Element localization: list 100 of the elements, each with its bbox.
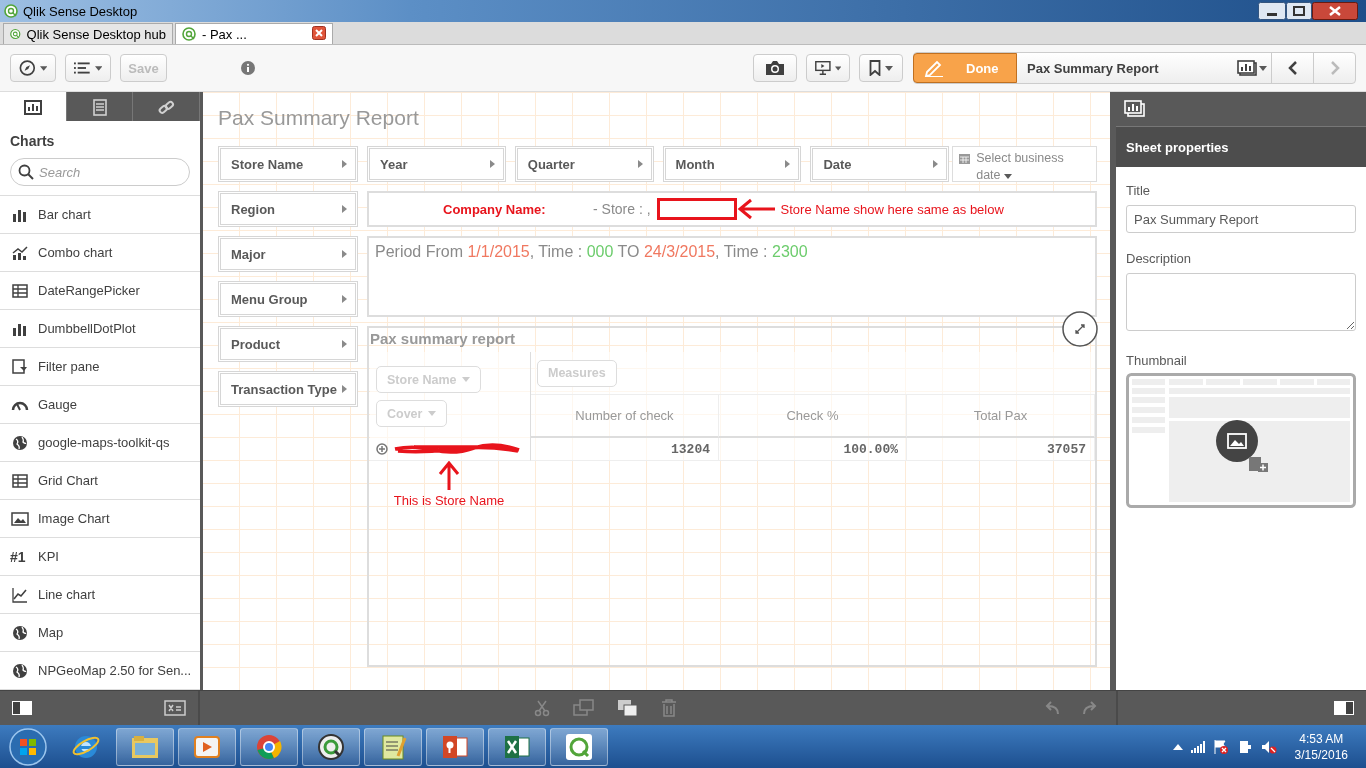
table-cell: 37057 <box>907 438 1095 461</box>
presentation-screen-icon <box>815 59 831 77</box>
qlik-view-icon <box>316 731 346 762</box>
search-field[interactable]: Search <box>10 158 190 186</box>
expand-arrow-icon <box>342 250 347 258</box>
column-header: Total Pax <box>907 395 1095 438</box>
action-center-icon[interactable] <box>1212 738 1229 755</box>
chart-list-item[interactable]: Line chart <box>0 576 200 614</box>
expand-arrow-icon <box>342 340 347 348</box>
filter-pane[interactable]: Year <box>367 146 506 182</box>
store-label: - Store : , <box>593 201 651 217</box>
maximize-icon[interactable] <box>1286 2 1312 20</box>
chart-list-item[interactable]: Combo chart <box>0 234 200 272</box>
fields-tab[interactable] <box>133 92 200 121</box>
chart-list-item[interactable]: #1 KPI <box>0 538 200 576</box>
snapshot-button[interactable] <box>753 54 797 82</box>
field-label: Thumbnail <box>1126 353 1188 368</box>
chart-list-item[interactable]: Bar chart <box>0 196 200 234</box>
filter-pane[interactable]: Transaction Type <box>218 371 358 407</box>
filter-pane[interactable]: Product <box>218 326 358 362</box>
annotation-text: This is Store Name <box>393 493 505 508</box>
company-label: Company Name: <box>443 201 547 217</box>
date-picker[interactable]: Select business date <box>952 146 1097 182</box>
system-clock[interactable]: 4:53 AM 3/15/2016 <box>1294 730 1348 763</box>
close-icon[interactable] <box>1312 2 1358 20</box>
period-text: Period From 1/1/2015, Time : 000 TO 24/3/2015, Time : 2300 <box>367 236 1097 317</box>
filter-pane[interactable]: Month <box>662 146 802 182</box>
caret-icon <box>1004 174 1012 179</box>
filter-pane[interactable]: Store Name <box>218 146 358 182</box>
variables-icon[interactable] <box>164 700 186 716</box>
chart-list-item[interactable]: Image Chart <box>0 500 200 538</box>
caret-icon <box>39 65 47 71</box>
start-button-icon[interactable] <box>9 727 47 766</box>
qlik-logo-icon <box>10 27 21 41</box>
caret-icon <box>834 65 841 71</box>
combo-chart-icon <box>10 244 30 261</box>
chart-list-item[interactable]: Map <box>0 614 200 652</box>
caret-icon <box>1259 65 1267 71</box>
globe-icon <box>10 624 30 641</box>
chart-list-item[interactable]: DateRangePicker <box>0 272 200 310</box>
toggle-left-panel-icon[interactable] <box>12 701 32 715</box>
annotation-arrow <box>437 461 461 491</box>
browser-tab[interactable]: Qlik Sense Desktop hub <box>3 23 173 44</box>
expand-arrow-icon <box>637 160 643 168</box>
search-icon <box>18 164 34 180</box>
fullscreen-button-icon[interactable] <box>1062 311 1098 347</box>
filter-pane[interactable]: Date <box>810 146 950 182</box>
present-menu-button[interactable] <box>806 54 850 82</box>
filter-pane[interactable]: Menu Group <box>218 281 358 317</box>
filter-pane[interactable]: Quarter <box>514 146 654 182</box>
toggle-right-panel-icon[interactable] <box>1334 701 1354 715</box>
panel-heading: Charts <box>10 133 56 149</box>
bookmark-menu-button[interactable] <box>859 54 903 82</box>
expand-row-icon[interactable] <box>376 443 388 455</box>
field-label: Description <box>1126 251 1193 266</box>
chart-list-item[interactable]: google-maps-toolkit-qs <box>0 424 200 462</box>
expand-arrow-icon <box>933 160 939 168</box>
description-field[interactable] <box>1126 273 1356 331</box>
table-cell: 13204 <box>531 438 719 461</box>
pencil-icon <box>924 59 944 77</box>
expand-arrow-icon <box>342 160 347 168</box>
minimize-icon[interactable] <box>1258 2 1286 20</box>
caret-icon <box>428 411 437 416</box>
expand-arrow-icon <box>342 205 347 213</box>
image-icon <box>10 510 30 527</box>
tab-label: Qlik Sense Desktop hub <box>26 26 166 42</box>
chart-list-item[interactable]: Gauge <box>0 386 200 424</box>
table-cell: 100.00% <box>719 438 907 461</box>
column-header: Number of check <box>531 395 719 438</box>
sheet-icon <box>1237 60 1257 76</box>
signal-icon[interactable] <box>1190 740 1205 753</box>
bookmark-icon <box>869 60 881 76</box>
filter-pane[interactable]: Major <box>218 236 358 272</box>
list-menu-button[interactable] <box>65 54 111 82</box>
expand-arrow-icon <box>489 160 495 168</box>
annotation-arrow <box>736 197 777 221</box>
expand-arrow-icon <box>342 295 347 303</box>
navigation-menu-button[interactable] <box>10 54 56 82</box>
thumbnail-drawing[interactable] <box>1126 373 1356 508</box>
bar-chart-icon <box>22 97 43 116</box>
chart-list-item[interactable]: Filter pane <box>0 348 200 386</box>
browser-tab[interactable]: - Pax ... <box>175 23 333 44</box>
sheet-properties-icon[interactable] <box>1124 100 1146 118</box>
kpi-symbol: #1 <box>10 548 27 565</box>
title-field[interactable]: Pax Summary Report <box>1126 205 1356 233</box>
line-chart-icon <box>10 586 30 603</box>
filter-icon <box>10 358 30 375</box>
close-icon[interactable] <box>312 25 326 40</box>
chart-list-item[interactable]: Grid Chart <box>0 462 200 500</box>
globe-icon <box>10 662 30 679</box>
globe-icon <box>10 434 30 451</box>
panel-heading: Sheet properties <box>1116 127 1366 167</box>
info-icon[interactable] <box>241 61 255 75</box>
filter-pane[interactable]: Region <box>218 191 358 227</box>
show-hidden-icons-icon[interactable] <box>1172 742 1183 751</box>
chart-list-item[interactable]: DumbbellDotPlot <box>0 310 200 348</box>
master-items-tab[interactable] <box>66 92 134 121</box>
tab-label: - Pax ... <box>202 26 247 42</box>
camera-icon <box>765 60 785 76</box>
expand-arrow-icon <box>342 385 347 393</box>
